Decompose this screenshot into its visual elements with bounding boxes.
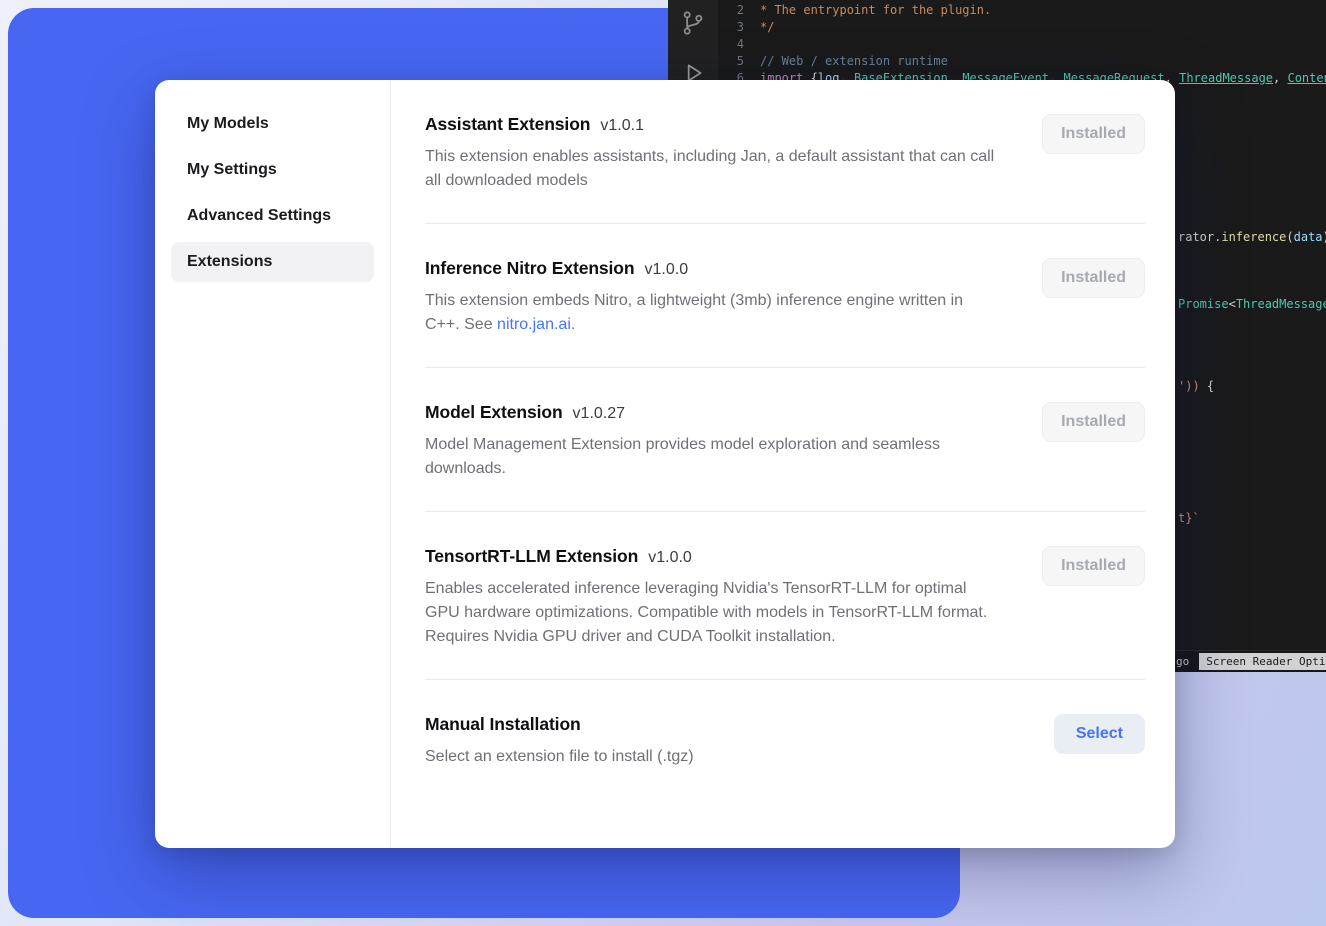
line-number: 5	[718, 53, 744, 70]
extension-section: Assistant Extension v1.0.1 This extension …	[425, 114, 1145, 224]
settings-modal: My Models My Settings Advanced Settings Ext…	[155, 80, 1175, 848]
code-token: rator.	[1178, 230, 1221, 244]
extension-description: This extension embeds Nitro, a lightweig…	[425, 289, 1002, 337]
code-fragment: ')) {	[1178, 379, 1214, 393]
code-token: ContentType	[1287, 71, 1326, 85]
code-token: data	[1294, 230, 1323, 244]
code-token: * The entrypoint for the plugin.	[760, 3, 991, 17]
line-number: 2	[718, 2, 744, 19]
code-token: {	[1200, 379, 1214, 393]
code-token: ));	[1323, 230, 1326, 244]
installed-button[interactable]: Installed	[1042, 402, 1145, 442]
code-token: inference	[1221, 230, 1286, 244]
sidebar-item-extensions[interactable]: Extensions	[171, 242, 374, 282]
code-line: 4	[718, 36, 1326, 53]
extension-text: TensortRT-LLM Extension v1.0.0 Enables acc…	[425, 546, 1002, 649]
extension-description: Enables accelerated inference leveraging…	[425, 577, 1002, 649]
code-line: 5 // Web / extension runtime	[718, 53, 1326, 70]
line-number: 4	[718, 36, 744, 53]
extension-version: v1.0.0	[645, 261, 689, 279]
extension-text: Model Extension v1.0.27 Model Management E…	[425, 402, 1002, 481]
extension-title: Assistant Extension	[425, 114, 590, 135]
extension-section: Inference Nitro Extension v1.0.0 This exte…	[425, 224, 1145, 368]
code-fragment: t}`	[1178, 511, 1200, 525]
sidebar-item-my-models[interactable]: My Models	[171, 104, 374, 144]
select-button[interactable]: Select	[1054, 714, 1145, 754]
extension-description-text: Model Management Extension provides mode…	[425, 436, 940, 477]
extension-title: TensortRT-LLM Extension	[425, 546, 638, 567]
code-token: '))	[1178, 379, 1200, 393]
code-fragment: Promise<ThreadMessage>	[1178, 297, 1326, 311]
code-token: // Web / extension runtime	[760, 54, 948, 68]
code-token: t}`	[1178, 511, 1200, 525]
extension-title: Inference Nitro Extension	[425, 258, 635, 279]
installed-button[interactable]: Installed	[1042, 546, 1145, 586]
code-token: (	[1286, 230, 1293, 244]
desktop: 2 * The entrypoint for the plugin. 3 */ 45 //…	[0, 0, 1326, 926]
extension-description: Model Management Extension provides mode…	[425, 433, 1002, 481]
extension-description-text: Select an extension file to install (.tg…	[425, 748, 694, 765]
extensions-list: Assistant Extension v1.0.1 This extension …	[391, 80, 1175, 848]
extension-description: This extension enables assistants, inclu…	[425, 145, 1002, 193]
code-token: ThreadMessage	[1236, 297, 1326, 311]
extension-description-text: This extension enables assistants, inclu…	[425, 148, 994, 189]
git-branch-icon[interactable]	[679, 8, 707, 43]
extension-section: TensortRT-LLM Extension v1.0.0 Enables acc…	[425, 512, 1145, 680]
status-text: go	[1176, 655, 1189, 668]
code-lines: 2 * The entrypoint for the plugin. 3 */ 45 //…	[718, 2, 1326, 87]
code-token: ThreadMessage	[1179, 71, 1273, 85]
code-token: <	[1229, 297, 1236, 311]
extension-section: Model Extension v1.0.27 Model Management E…	[425, 368, 1145, 512]
extension-title: Model Extension	[425, 402, 563, 423]
extension-description: Select an extension file to install (.tg…	[425, 745, 694, 769]
code-fragment: rator.inference(data));	[1178, 230, 1326, 244]
extension-section: Manual Installation Select an extension f…	[425, 680, 1145, 799]
line-number: 3	[718, 19, 744, 36]
extension-text: Inference Nitro Extension v1.0.0 This exte…	[425, 258, 1002, 337]
installed-button[interactable]: Installed	[1042, 258, 1145, 298]
extension-text: Manual Installation Select an extension f…	[425, 714, 694, 769]
extension-link[interactable]: nitro.jan.ai.	[497, 316, 575, 333]
code-token: Promise	[1178, 297, 1229, 311]
sidebar-item-advanced-settings[interactable]: Advanced Settings	[171, 196, 374, 236]
extension-text: Assistant Extension v1.0.1 This extension …	[425, 114, 1002, 193]
installed-button[interactable]: Installed	[1042, 114, 1145, 154]
extension-version: v1.0.27	[573, 405, 625, 423]
extension-version: v1.0.0	[648, 549, 692, 567]
extension-description-text: Enables accelerated inference leveraging…	[425, 580, 987, 645]
sidebar-item-my-settings[interactable]: My Settings	[171, 150, 374, 190]
code-line: 2 * The entrypoint for the plugin.	[718, 2, 1326, 19]
code-token: ,	[1273, 71, 1287, 85]
extension-version: v1.0.1	[600, 117, 644, 135]
code-token: */	[760, 20, 774, 34]
settings-sidebar: My Models My Settings Advanced Settings Ext…	[155, 80, 391, 848]
extension-title: Manual Installation	[425, 714, 581, 735]
screen-reader-status-chip[interactable]: Screen Reader Optimize	[1199, 653, 1326, 670]
code-line: 3 */	[718, 19, 1326, 36]
